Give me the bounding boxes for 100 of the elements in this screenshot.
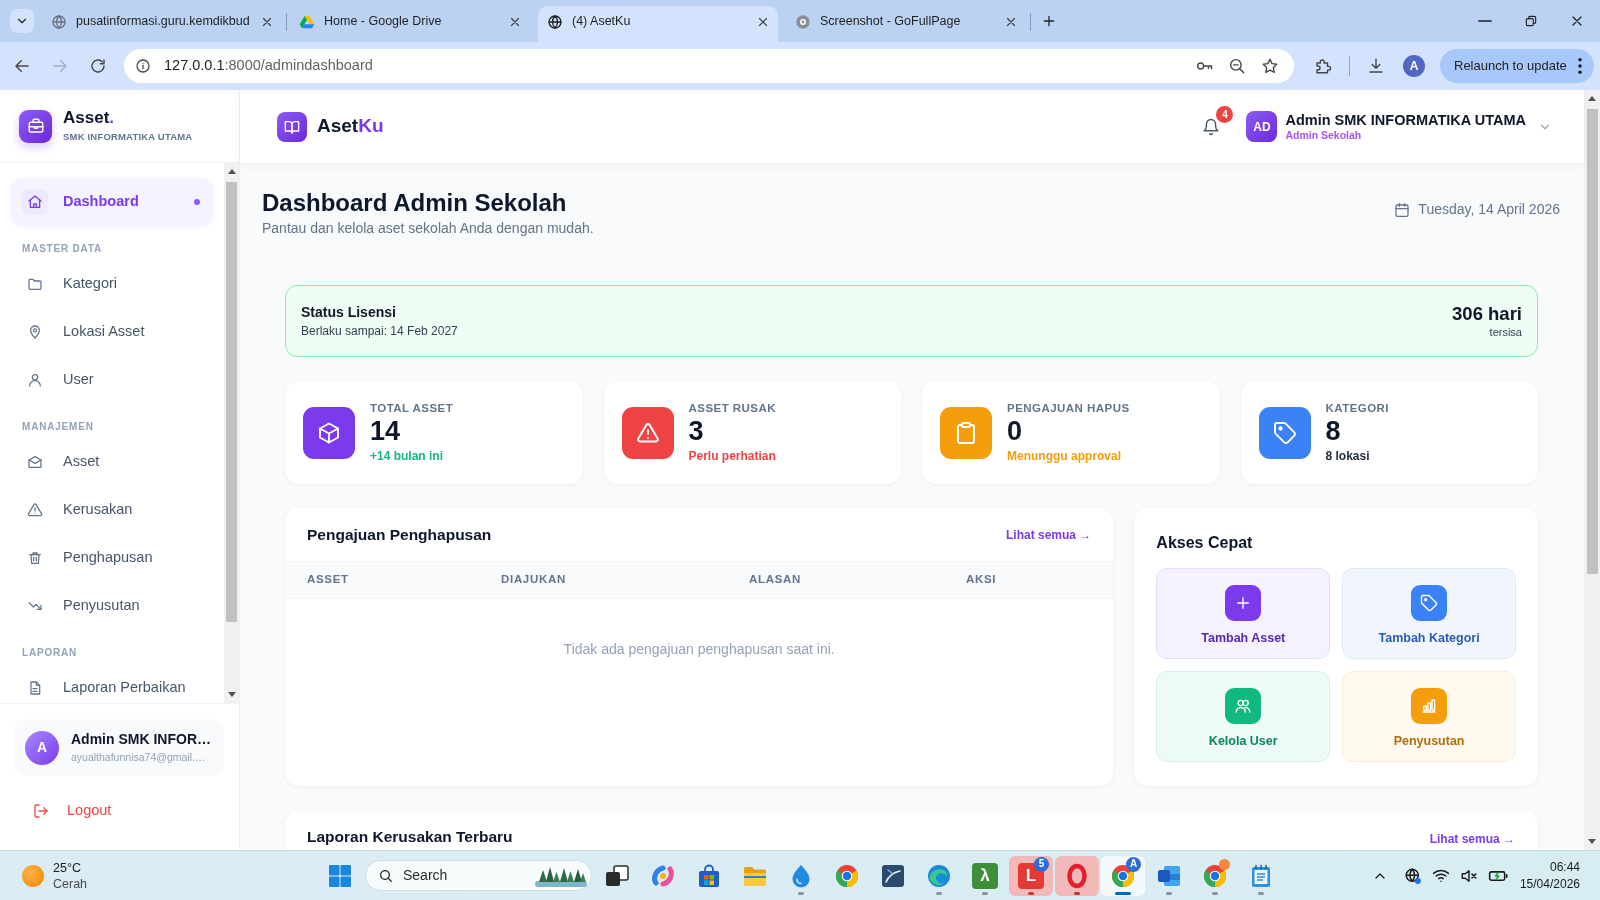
quick-action-button[interactable]: Penyusutan: [1342, 671, 1516, 762]
app-badge: A: [1126, 856, 1141, 872]
app-logo: λ: [972, 862, 998, 889]
scrollbar[interactable]: [1584, 90, 1600, 850]
user-card[interactable]: A Admin SMK INFOR… ayualthafunnisa74@gmail.…: [14, 719, 224, 776]
user-icon: [27, 372, 43, 388]
sidebar-item[interactable]: User: [11, 356, 213, 404]
remaining-days: 306 hari: [1452, 303, 1522, 325]
stat-value: 3: [688, 416, 705, 446]
info-icon: [135, 58, 151, 74]
trash-icon: [27, 550, 43, 566]
scroll-up-icon[interactable]: [227, 169, 236, 174]
panel-title: Laporan Kerusakan Terbaru: [307, 827, 513, 846]
user-avatar: A: [25, 730, 59, 765]
brand-name: Asset.: [63, 107, 116, 128]
temperature-text[interactable]: 25°C: [53, 859, 88, 876]
license-title: Status Lisensi: [301, 303, 397, 321]
stat-note: Perlu perhatian: [688, 449, 776, 464]
sidebar-item[interactable]: Penyusutan: [11, 582, 213, 630]
more-icon: [1578, 58, 1582, 74]
browser-tab[interactable]: (4) AsetKu: [538, 6, 778, 42]
profile-avatar[interactable]: A: [1403, 55, 1425, 77]
shopping-bag-icon: [696, 862, 722, 889]
quick-action-button[interactable]: Kelola User: [1156, 671, 1331, 762]
search-icon: [378, 867, 394, 884]
empty-message: Tidak ada pengajuan penghapusan saat ini.: [563, 641, 835, 657]
minimize-icon: [1478, 20, 1492, 22]
taskbar-app-button[interactable]: λ: [963, 855, 1007, 896]
clock-date[interactable]: 15/04/2026: [1519, 875, 1580, 893]
plus-icon: [1041, 13, 1057, 29]
relaunch-button[interactable]: Relaunch to update: [1440, 49, 1594, 83]
column-header: ALASAN: [749, 572, 802, 588]
scroll-up-icon[interactable]: [1588, 96, 1596, 101]
stat-note: 8 lokasi: [1325, 449, 1371, 464]
sidebar-item[interactable]: Penghapusan: [11, 534, 213, 582]
address-bar[interactable]: 127.0.0.1:8000/admindashboard: [124, 49, 1294, 83]
column-header: ASSET: [307, 572, 349, 588]
briefcase-icon: [19, 109, 52, 143]
taskbar-app-button[interactable]: L 5: [1009, 855, 1053, 896]
stat-note: Menunggu approval: [1007, 449, 1122, 464]
user-name: Admin SMK INFORMATIKA UTAMA: [1285, 111, 1526, 129]
calendar-icon: [1394, 201, 1411, 218]
envelope-icon: [27, 454, 43, 470]
user-email: ayualthafunnisa74@gmail.…: [71, 751, 207, 764]
search-input[interactable]: Search: [403, 865, 503, 886]
scrollbar[interactable]: [224, 163, 239, 703]
folder-icon: [27, 276, 43, 292]
column-header: DIAJUKAN: [501, 572, 566, 588]
page-subtitle: Pantau dan kelola aset sekolah Anda dengan mudah.: [262, 220, 594, 237]
globe-icon: [547, 13, 563, 30]
logout-button[interactable]: Logout: [33, 790, 112, 832]
logout-icon: [33, 803, 49, 819]
scrollbar-thumb[interactable]: [1586, 109, 1598, 574]
sidebar-item[interactable]: Laporan Perbaikan: [11, 664, 213, 703]
school-name: SMK INFORMATIKA UTAMA: [63, 129, 193, 144]
clock-time[interactable]: 06:44: [1549, 858, 1580, 876]
browser-tab[interactable]: pusatinformasi.guru.kemdikbud: [42, 6, 282, 42]
home-icon: [22, 189, 48, 215]
arrow-left-icon: [13, 57, 31, 75]
tab-list-button[interactable]: [10, 9, 34, 33]
taskbar-app-button[interactable]: A: [1101, 855, 1145, 896]
triangle-logo-icon: [299, 13, 315, 30]
page-title: Dashboard Admin Sekolah: [262, 188, 568, 217]
panel-title: Pengajuan Penghapusan: [307, 525, 492, 544]
sidebar-item[interactable]: Lokasi Asset: [11, 308, 213, 356]
quick-action-button[interactable]: Tambah Asset: [1156, 568, 1331, 659]
view-all-link[interactable]: Lihat semua →: [1429, 830, 1515, 848]
dot-icon: [194, 199, 200, 205]
reload-icon: [89, 57, 107, 75]
app-name: AsetKu: [317, 114, 384, 139]
overlapping-squares-icon: [604, 862, 630, 889]
user-avatar[interactable]: AD: [1246, 111, 1278, 142]
browser-tab[interactable]: Home - Google Drive: [290, 6, 530, 42]
zoom-out-icon: [1228, 57, 1246, 75]
bell-icon: [1202, 117, 1221, 136]
document-icon: [27, 680, 43, 696]
scroll-down-icon[interactable]: [227, 692, 236, 697]
section-heading: MASTER DATA: [21, 242, 104, 256]
round-browser-icon: [834, 862, 860, 889]
globe-icon: [51, 13, 67, 30]
sidebar-item[interactable]: Dashboard: [11, 178, 213, 226]
star-icon: [1261, 57, 1279, 75]
warning-icon: [27, 502, 43, 518]
ring-icon: [1064, 862, 1090, 889]
browser-tab[interactable]: Screenshot - GoFullPage: [786, 6, 1026, 42]
globe-icon[interactable]: [1403, 866, 1422, 885]
column-header: AKSI: [966, 572, 997, 588]
restore-icon: [1524, 14, 1538, 28]
scroll-down-icon[interactable]: [1588, 839, 1596, 844]
stat-label: ASSET RUSAK: [688, 401, 776, 415]
scrollbar-thumb[interactable]: [226, 182, 237, 622]
sidebar-item[interactable]: Kerusakan: [11, 486, 213, 534]
profile-dot-icon: [1219, 858, 1230, 870]
search-field[interactable]: Search: [365, 860, 592, 891]
remaining-label: tersisa: [1489, 326, 1522, 339]
weather-condition[interactable]: Cerah: [53, 875, 88, 892]
sidebar-item[interactable]: Asset: [11, 438, 213, 486]
quick-action-button[interactable]: Tambah Kategori: [1342, 568, 1516, 659]
sidebar-item[interactable]: Kategori: [11, 260, 213, 308]
view-all-link[interactable]: Lihat semua →: [1006, 525, 1092, 544]
